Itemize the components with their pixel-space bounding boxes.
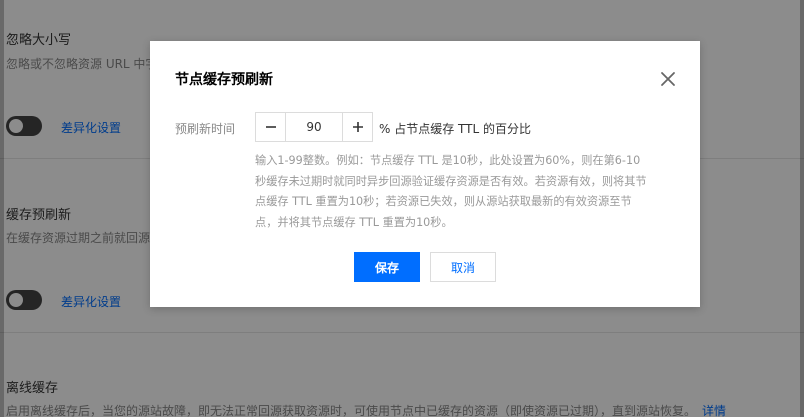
prefresh-time-stepper xyxy=(255,112,373,142)
prefresh-dialog: 节点缓存预刷新 预刷新时间 % 占节点缓存 TTL 的百分比 输入1-99整数。… xyxy=(150,41,700,307)
overlay-edge-right xyxy=(800,0,804,417)
close-icon[interactable] xyxy=(659,70,677,88)
plus-icon[interactable] xyxy=(342,113,372,141)
overlay-edge-left xyxy=(0,0,4,417)
unit-description: % 占节点缓存 TTL 的百分比 xyxy=(379,122,531,136)
prefresh-time-input[interactable] xyxy=(286,113,342,141)
minus-icon[interactable] xyxy=(256,113,286,141)
dialog-title: 节点缓存预刷新 xyxy=(175,72,273,88)
help-text: 输入1-99整数。例如：节点缓存 TTL 是10秒，此处设置为60%，则在第6-… xyxy=(255,154,647,229)
cancel-button[interactable]: 取消 xyxy=(430,252,496,282)
prefresh-time-label: 预刷新时间 xyxy=(175,122,236,136)
save-button[interactable]: 保存 xyxy=(354,252,420,282)
